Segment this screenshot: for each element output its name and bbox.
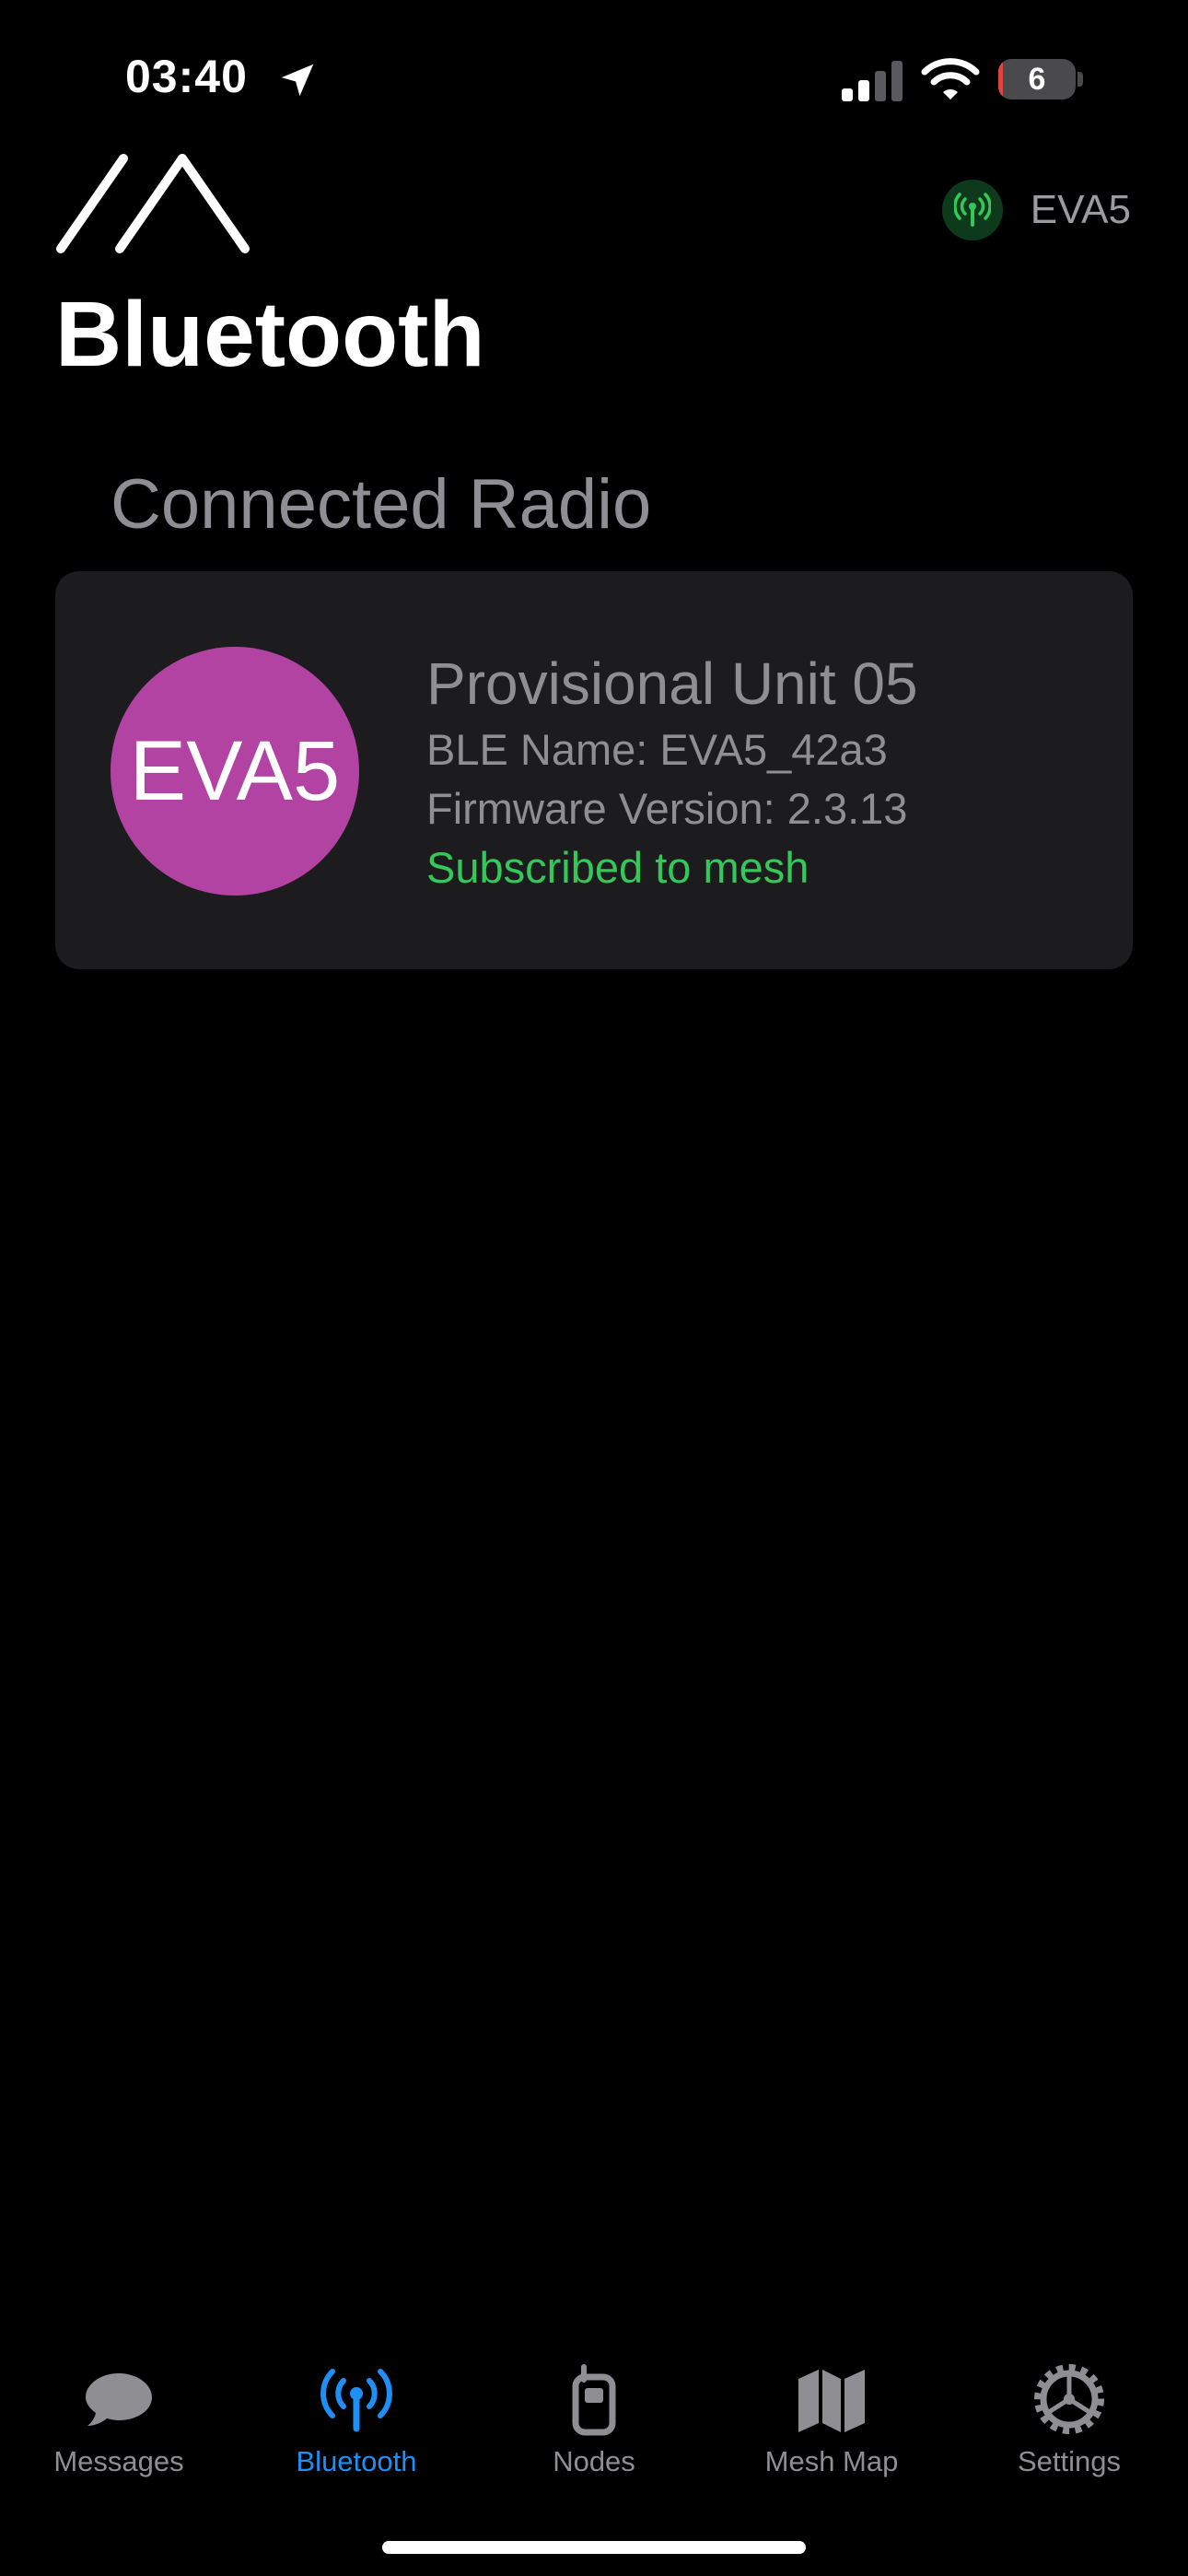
antenna-icon xyxy=(320,2369,392,2432)
handheld-radio-icon xyxy=(572,2364,616,2436)
location-arrow-icon xyxy=(281,64,314,97)
tab-mesh-map[interactable]: Mesh Map xyxy=(713,2340,950,2478)
status-time: 03:40 xyxy=(125,51,248,102)
home-indicator[interactable] xyxy=(382,2541,806,2554)
status-bar: 03:40 6 xyxy=(0,0,1188,157)
mesh-subscription-status: Subscribed to mesh xyxy=(426,843,809,892)
bluetooth-screen: 03:40 6 EVA5 Bluetooth Connected Radio E… xyxy=(0,0,1188,2576)
battery-icon: 6 xyxy=(998,59,1076,100)
tab-messages[interactable]: Messages xyxy=(0,2340,238,2478)
app-logo-icon xyxy=(56,154,250,253)
tab-label: Mesh Map xyxy=(764,2445,899,2477)
tab-bluetooth[interactable]: Bluetooth xyxy=(238,2340,475,2478)
radio-badge xyxy=(941,180,1003,240)
gear-icon xyxy=(1034,2364,1104,2434)
cellular-signal-icon xyxy=(842,61,903,101)
tab-label: Bluetooth xyxy=(296,2445,417,2477)
battery-level-text: 6 xyxy=(1028,62,1046,97)
tab-settings[interactable]: Settings xyxy=(950,2340,1188,2478)
map-icon xyxy=(798,2370,865,2432)
tab-nodes[interactable]: Nodes xyxy=(475,2340,713,2478)
radio-info: Provisional Unit 05 BLE Name: EVA5_42a3 … xyxy=(426,647,918,897)
tab-bar: Messages Bluetooth Nodes Mesh Map Settin… xyxy=(0,2340,1188,2478)
tab-label: Messages xyxy=(53,2445,184,2477)
antenna-icon xyxy=(953,193,991,227)
message-bubble-icon xyxy=(86,2373,152,2426)
section-header-connected-radio: Connected Radio xyxy=(111,465,652,544)
connected-radio-indicator[interactable]: EVA5 xyxy=(941,177,1131,243)
header-radio-name: EVA5 xyxy=(1030,187,1131,232)
page-title: Bluetooth xyxy=(55,283,485,386)
wifi-icon xyxy=(921,58,980,100)
connected-radio-card[interactable]: EVA5 Provisional Unit 05 BLE Name: EVA5_… xyxy=(55,571,1133,969)
ble-name: BLE Name: EVA5_42a3 xyxy=(426,725,888,774)
device-name: Provisional Unit 05 xyxy=(426,650,918,717)
tab-label: Settings xyxy=(1017,2445,1121,2477)
firmware-version: Firmware Version: 2.3.13 xyxy=(426,784,908,833)
radio-avatar: EVA5 xyxy=(111,647,359,896)
tab-label: Nodes xyxy=(553,2445,635,2477)
battery-cap xyxy=(1077,72,1083,87)
